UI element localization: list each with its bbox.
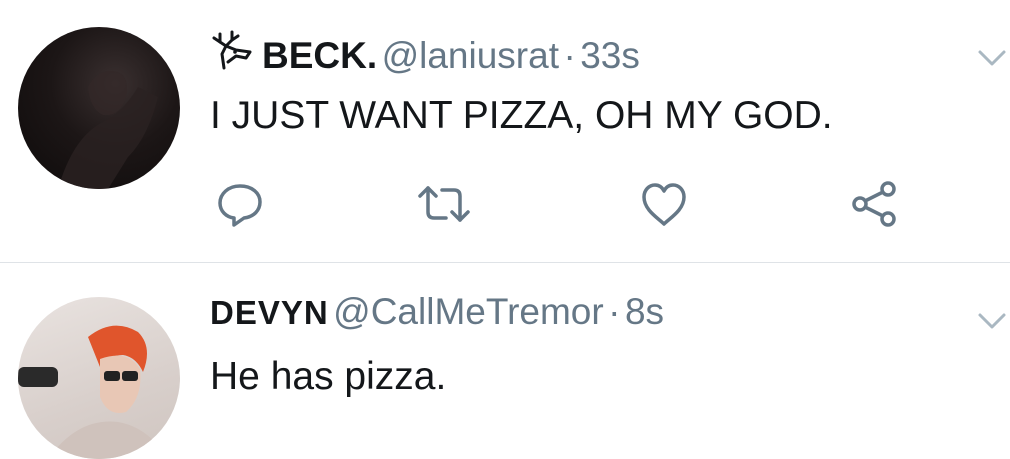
display-name[interactable]: DEVYN: [210, 294, 329, 331]
share-icon: [852, 181, 896, 227]
timestamp[interactable]: 8s: [625, 291, 664, 332]
tweet-header: BECK. @laniusrat · 33s: [210, 30, 640, 82]
avatar[interactable]: [18, 297, 180, 459]
reply-button[interactable]: [214, 180, 266, 228]
separator-dot: ·: [563, 35, 576, 76]
timestamp[interactable]: 33s: [580, 35, 640, 76]
user-handle[interactable]: @CallMeTremor: [333, 291, 604, 332]
reply-icon: [218, 184, 262, 227]
tweet-text: He has pizza.: [210, 355, 447, 398]
chevron-down-icon[interactable]: [974, 42, 1010, 72]
display-name[interactable]: BECK.: [262, 35, 377, 76]
separator-dot: ·: [608, 291, 621, 332]
tweet-actions: [210, 180, 910, 230]
share-button[interactable]: [848, 180, 900, 228]
user-handle[interactable]: @laniusrat: [382, 35, 559, 76]
avatar[interactable]: [18, 27, 180, 189]
retweet-button[interactable]: [414, 180, 474, 228]
retweet-icon: [418, 186, 470, 222]
like-button[interactable]: [638, 180, 690, 228]
like-icon: [642, 183, 686, 226]
chevron-down-icon[interactable]: [974, 305, 1010, 335]
deer-icon: [212, 30, 252, 70]
tweet[interactable]: BECK. @laniusrat · 33s I JUST WANT PIZZA…: [0, 0, 1010, 262]
tweet-header: DEVYN @CallMeTremor · 8s: [210, 291, 664, 333]
tweet-divider: [0, 262, 1010, 263]
tweet-text: I JUST WANT PIZZA, OH MY GOD.: [210, 94, 833, 137]
